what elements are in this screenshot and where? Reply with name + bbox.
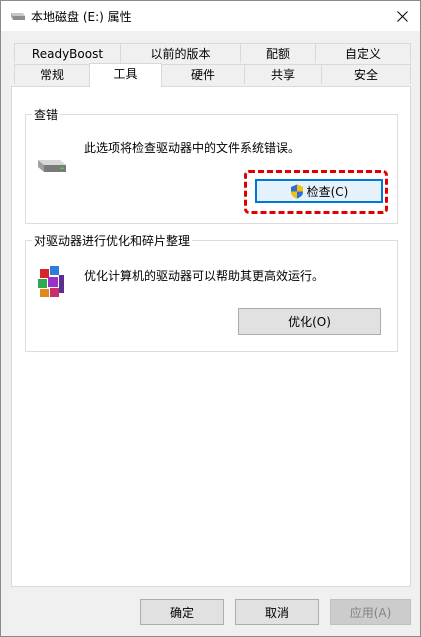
tab-general[interactable]: 常规: [14, 64, 90, 84]
defrag-icon: [38, 266, 64, 297]
apply-button[interactable]: 应用(A): [330, 599, 411, 625]
error-check-title: 查错: [32, 106, 61, 123]
check-button[interactable]: 检查(C): [255, 179, 383, 203]
tab-sharing[interactable]: 共享: [244, 64, 322, 84]
tab-customize[interactable]: 自定义: [315, 43, 411, 63]
tab-previous-versions[interactable]: 以前的版本: [120, 43, 241, 63]
error-check-group: 查错 此选项将检查驱动器中的文件系统错误。 检查(C): [25, 106, 398, 224]
tab-quota[interactable]: 配额: [240, 43, 316, 63]
optimize-button[interactable]: 优化(O): [238, 308, 381, 335]
close-button[interactable]: [384, 1, 420, 31]
drive-icon: [11, 13, 25, 20]
title-bar[interactable]: 本地磁盘 (E:) 属性: [1, 1, 420, 31]
tab-tools[interactable]: 工具: [89, 63, 162, 87]
optimize-description: 优化计算机的驱动器可以帮助其更高效运行。: [84, 269, 325, 283]
drive-icon: [38, 160, 66, 172]
close-icon: [396, 10, 408, 22]
ok-button[interactable]: 确定: [140, 599, 224, 625]
tab-readyboost[interactable]: ReadyBoost: [14, 43, 121, 63]
shield-icon: [290, 184, 303, 198]
optimize-group: 对驱动器进行优化和碎片整理 优化计算机的驱动器可以帮助其更高效运行。 优化(O): [25, 232, 398, 352]
tab-security[interactable]: 安全: [321, 64, 411, 84]
properties-window: 本地磁盘 (E:) 属性 ReadyBoost 以前的版本 配额 自定义 常规 …: [0, 0, 421, 637]
tab-hardware[interactable]: 硬件: [161, 64, 245, 84]
tools-tab-panel: 查错 此选项将检查驱动器中的文件系统错误。 检查(C) 对驱动器进行优化和碎片整…: [11, 86, 411, 587]
window-title: 本地磁盘 (E:) 属性: [31, 10, 132, 24]
optimize-title: 对驱动器进行优化和碎片整理: [32, 232, 193, 249]
error-check-description: 此选项将检查驱动器中的文件系统错误。: [84, 141, 301, 155]
check-button-label: 检查(C): [306, 184, 349, 199]
cancel-button[interactable]: 取消: [235, 599, 319, 625]
